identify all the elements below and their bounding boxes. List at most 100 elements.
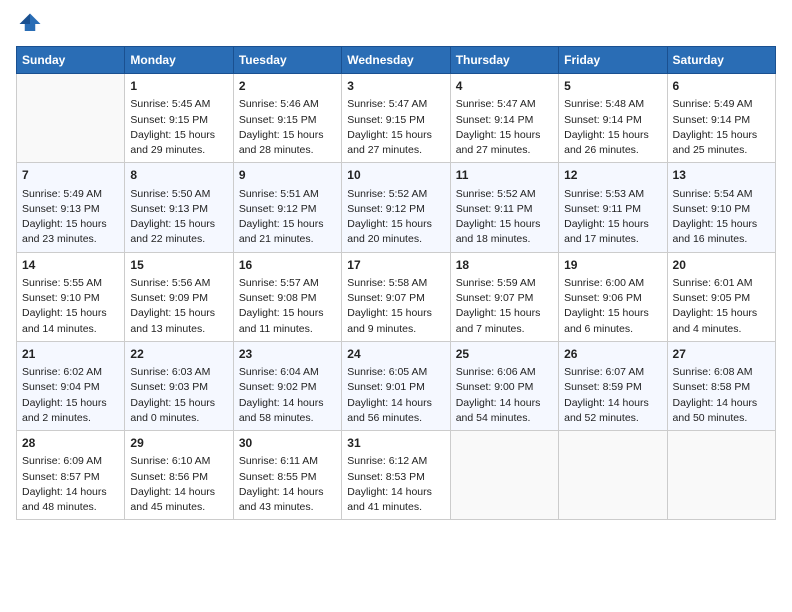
calendar-cell: 27Sunrise: 6:08 AMSunset: 8:58 PMDayligh… [667,341,775,430]
day-info: Daylight: 15 hours [456,128,553,143]
day-number: 6 [673,78,770,95]
day-info: and 9 minutes. [347,322,444,337]
calendar-cell [667,431,775,520]
day-number: 1 [130,78,227,95]
day-info: Sunrise: 6:04 AM [239,365,336,380]
day-info: and 45 minutes. [130,500,227,515]
calendar-cell: 25Sunrise: 6:06 AMSunset: 9:00 PMDayligh… [450,341,558,430]
day-info: and 29 minutes. [130,143,227,158]
day-info: Daylight: 15 hours [130,396,227,411]
calendar-cell: 4 Sunrise: 5:47 AMSunset: 9:14 PMDaylight… [450,74,558,163]
day-info: Sunset: 8:57 PM [22,470,119,485]
calendar-cell [450,431,558,520]
day-number: 3 [347,78,444,95]
day-number: 21 [22,346,119,363]
header-day: Sunday [17,47,125,74]
day-info: and 4 minutes. [673,322,770,337]
day-info: Sunrise: 6:10 AM [130,454,227,469]
calendar-cell: 8Sunrise: 5:50 AMSunset: 9:13 PMDaylight… [125,163,233,252]
day-info: Sunrise: 6:12 AM [347,454,444,469]
day-info: Sunrise: 6:11 AM [239,454,336,469]
calendar-cell: 21Sunrise: 6:02 AMSunset: 9:04 PMDayligh… [17,341,125,430]
day-number: 11 [456,167,553,184]
day-info: Sunset: 9:15 PM [239,113,336,128]
day-number: 15 [130,257,227,274]
day-info: Sunrise: 6:08 AM [673,365,770,380]
week-row: 28Sunrise: 6:09 AMSunset: 8:57 PMDayligh… [17,431,776,520]
day-number: 19 [564,257,661,274]
day-info: Sunrise: 6:03 AM [130,365,227,380]
day-info: Sunrise: 5:49 AM [22,187,119,202]
day-info: and 48 minutes. [22,500,119,515]
day-info: and 54 minutes. [456,411,553,426]
day-info: Sunset: 9:14 PM [456,113,553,128]
day-info: Daylight: 15 hours [673,217,770,232]
week-row: 14Sunrise: 5:55 AMSunset: 9:10 PMDayligh… [17,252,776,341]
header-day: Thursday [450,47,558,74]
day-number: 5 [564,78,661,95]
day-info: Daylight: 15 hours [564,128,661,143]
day-info: and 58 minutes. [239,411,336,426]
day-info: Sunset: 9:09 PM [130,291,227,306]
calendar-cell: 19Sunrise: 6:00 AMSunset: 9:06 PMDayligh… [559,252,667,341]
header-day: Friday [559,47,667,74]
day-info: and 20 minutes. [347,232,444,247]
day-info: and 6 minutes. [564,322,661,337]
day-number: 4 [456,78,553,95]
day-info: Daylight: 15 hours [22,217,119,232]
day-info: Daylight: 15 hours [130,128,227,143]
week-row: 21Sunrise: 6:02 AMSunset: 9:04 PMDayligh… [17,341,776,430]
page: SundayMondayTuesdayWednesdayThursdayFrid… [0,0,792,536]
day-info: Sunset: 9:00 PM [456,380,553,395]
day-info: Daylight: 15 hours [347,217,444,232]
week-row: 7Sunrise: 5:49 AMSunset: 9:13 PMDaylight… [17,163,776,252]
day-info: Daylight: 15 hours [564,306,661,321]
day-info: Daylight: 15 hours [564,217,661,232]
day-info: Sunrise: 5:53 AM [564,187,661,202]
day-info: Daylight: 15 hours [22,306,119,321]
day-info: Sunset: 8:58 PM [673,380,770,395]
day-info: Sunset: 9:12 PM [347,202,444,217]
day-info: Sunrise: 5:59 AM [456,276,553,291]
day-info: Daylight: 14 hours [22,485,119,500]
day-info: Sunset: 9:11 PM [564,202,661,217]
calendar-cell [559,431,667,520]
day-info: Daylight: 14 hours [239,396,336,411]
day-info: Sunset: 9:05 PM [673,291,770,306]
day-info: and 17 minutes. [564,232,661,247]
day-info: Sunrise: 5:47 AM [347,97,444,112]
day-info: and 43 minutes. [239,500,336,515]
day-info: Daylight: 15 hours [239,217,336,232]
day-info: Sunset: 9:03 PM [130,380,227,395]
calendar-cell [17,74,125,163]
calendar-cell: 17Sunrise: 5:58 AMSunset: 9:07 PMDayligh… [342,252,450,341]
day-info: Daylight: 15 hours [130,217,227,232]
calendar-cell: 30Sunrise: 6:11 AMSunset: 8:55 PMDayligh… [233,431,341,520]
day-info: and 7 minutes. [456,322,553,337]
day-info: Sunrise: 5:52 AM [456,187,553,202]
day-info: Sunset: 9:14 PM [564,113,661,128]
day-info: Sunrise: 5:56 AM [130,276,227,291]
calendar-cell: 20Sunrise: 6:01 AMSunset: 9:05 PMDayligh… [667,252,775,341]
day-info: and 52 minutes. [564,411,661,426]
day-info: Sunset: 8:59 PM [564,380,661,395]
calendar-cell: 16Sunrise: 5:57 AMSunset: 9:08 PMDayligh… [233,252,341,341]
calendar-cell: 22Sunrise: 6:03 AMSunset: 9:03 PMDayligh… [125,341,233,430]
calendar-cell: 13Sunrise: 5:54 AMSunset: 9:10 PMDayligh… [667,163,775,252]
calendar-cell: 2Sunrise: 5:46 AMSunset: 9:15 PMDaylight… [233,74,341,163]
day-info: and 11 minutes. [239,322,336,337]
day-info: Sunrise: 6:02 AM [22,365,119,380]
calendar-cell: 24Sunrise: 6:05 AMSunset: 9:01 PMDayligh… [342,341,450,430]
day-info: Daylight: 15 hours [239,306,336,321]
day-info: Sunrise: 6:01 AM [673,276,770,291]
day-info: Daylight: 15 hours [130,306,227,321]
day-info: Sunrise: 5:58 AM [347,276,444,291]
day-info: Sunset: 9:10 PM [22,291,119,306]
day-number: 14 [22,257,119,274]
day-info: Daylight: 14 hours [347,396,444,411]
day-info: and 14 minutes. [22,322,119,337]
calendar-cell: 3Sunrise: 5:47 AMSunset: 9:15 PMDaylight… [342,74,450,163]
day-info: Sunset: 9:12 PM [239,202,336,217]
day-info: Sunrise: 5:47 AM [456,97,553,112]
day-info: Daylight: 15 hours [22,396,119,411]
